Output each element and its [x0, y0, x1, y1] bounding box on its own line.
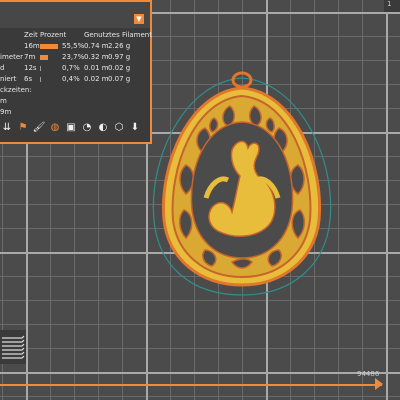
filament-meters: 0.01 m: [84, 64, 109, 72]
feature-time: 12s: [24, 64, 37, 72]
sub-row-1: m: [0, 96, 150, 107]
stats-row: imeter 7m 23,7% 0.32 m 0.97 g: [0, 52, 150, 63]
percent-bar: [40, 44, 58, 49]
filament-grams: 0.97 g: [108, 53, 131, 61]
feature-percent: 55,5%: [62, 42, 85, 50]
layer-slider-value: 94486: [357, 370, 380, 378]
hanger-ring: [231, 71, 253, 89]
feature-time: 6s: [24, 75, 33, 83]
pie-icon[interactable]: ◔: [80, 121, 94, 135]
layers-icon[interactable]: [0, 330, 26, 364]
preview-toolbar: ⇊ ⚑ 🖌 ◍ ▣ ◔ ◐ ⬡ ⬇: [0, 118, 150, 138]
header-time: Zeit: [24, 31, 38, 39]
layer-slider-handle[interactable]: [375, 378, 383, 390]
percent-bar: [40, 55, 48, 60]
export-icon[interactable]: ⬇: [128, 121, 142, 135]
feature-percent: 23,7%: [62, 53, 85, 61]
filament-grams: 0.07 g: [108, 75, 131, 83]
feature-time: 16m: [24, 42, 40, 50]
paint-icon[interactable]: 🖌: [32, 121, 46, 135]
feature-percent: 0,7%: [62, 64, 80, 72]
sub-value-1: m: [0, 97, 7, 105]
print-statistics-panel: ▼ Zeit Prozent Genutztes Filament 16m 55,…: [0, 0, 152, 144]
feature-name: d: [0, 64, 5, 72]
feature-percent: 0,4%: [62, 75, 80, 83]
color-icon[interactable]: ◍: [48, 121, 62, 135]
stats-header: ▼: [0, 2, 150, 28]
filament-grams: 2.26 g: [108, 42, 131, 50]
feature-name: niert: [0, 75, 17, 83]
header-filament: Genutztes Filament: [84, 31, 152, 39]
filament-meters: 0.32 m: [84, 53, 109, 61]
sub-value-2: 9m: [0, 108, 12, 116]
section-label-row: ckzeiten:: [0, 85, 150, 96]
contrast-icon[interactable]: ◐: [96, 121, 110, 135]
percent-bar: [40, 66, 41, 71]
percent-bar: [40, 77, 41, 82]
cube-icon[interactable]: ▣: [64, 121, 78, 135]
stats-table-header: Zeit Prozent Genutztes Filament: [0, 30, 152, 41]
feature-time: 7m: [24, 53, 36, 61]
filament-meters: 0.02 m: [84, 75, 109, 83]
arrows-icon[interactable]: ⇊: [0, 121, 14, 135]
right-edge-label: 1: [384, 0, 400, 12]
stats-row: niert 6s 0,4% 0.02 m 0.07 g: [0, 74, 150, 85]
chevron-down-icon[interactable]: ▼: [134, 14, 144, 24]
layer-slider-track[interactable]: [0, 384, 382, 386]
stats-row: 16m 55,5% 0.74 m 2.26 g: [0, 41, 150, 52]
filament-grams: 0.02 g: [108, 64, 131, 72]
section-label: ckzeiten:: [0, 86, 32, 94]
stats-row: d 12s 0,7% 0.01 m 0.02 g: [0, 63, 150, 74]
box-icon[interactable]: ⬡: [112, 121, 126, 135]
flag-icon[interactable]: ⚑: [16, 121, 30, 135]
filament-meters: 0.74 m: [84, 42, 109, 50]
sub-row-2: 9m: [0, 107, 150, 118]
stats-table: Zeit Prozent Genutztes Filament 16m 55,5%…: [0, 30, 152, 118]
header-percent: Prozent: [40, 31, 67, 39]
feature-name: imeter: [0, 53, 23, 61]
